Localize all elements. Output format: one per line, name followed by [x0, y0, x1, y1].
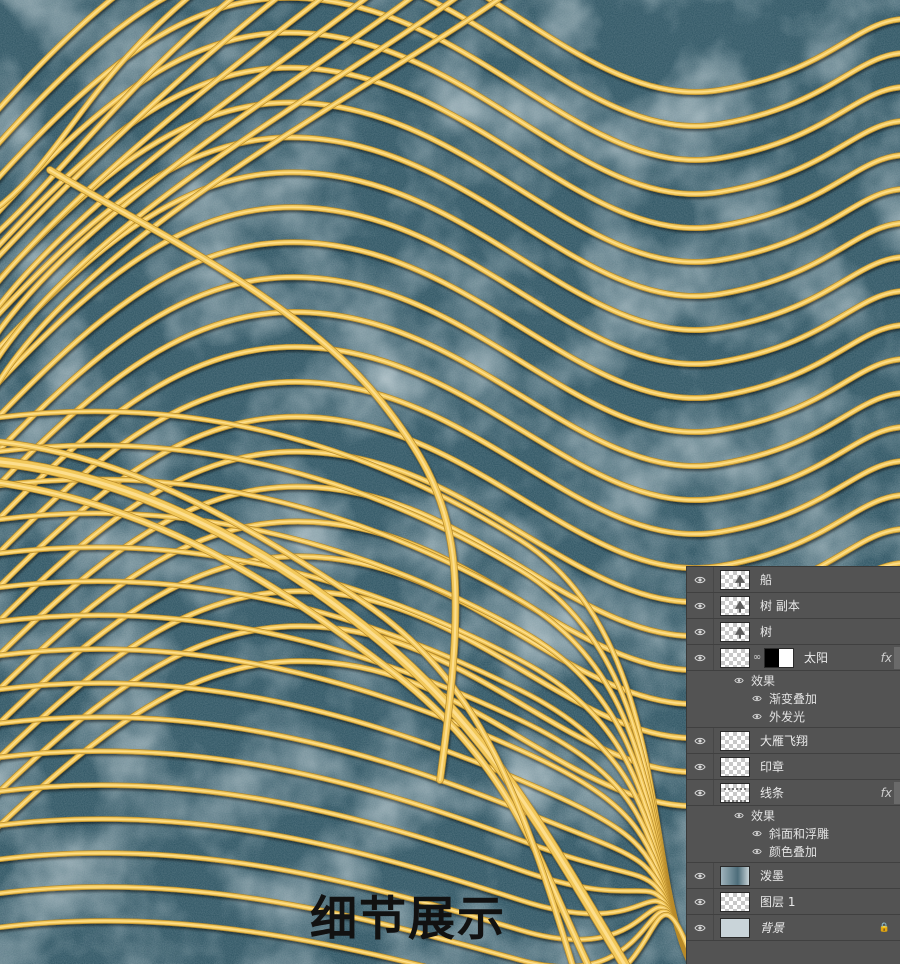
layer-row[interactable]: 泼墨 [687, 863, 900, 889]
eye-icon[interactable] [687, 754, 714, 779]
effects-header[interactable]: 效果 [687, 806, 900, 824]
effects-header[interactable]: 效果 [687, 671, 900, 689]
layer-row[interactable]: ∞ 太阳 fx [687, 645, 900, 671]
layer-row[interactable]: 树 [687, 619, 900, 645]
layer-name: 印章 [760, 760, 785, 774]
layer-thumbnail [720, 595, 750, 616]
layer-name: 船 [760, 573, 773, 587]
eye-icon[interactable] [751, 848, 763, 855]
layer-name: 线条 [760, 786, 785, 800]
effect-label: 颜色叠加 [769, 844, 818, 859]
layer-name: 背景 [760, 921, 785, 935]
layer-name: 太阳 [804, 651, 829, 665]
layer-mask-thumbnail [764, 647, 794, 668]
effect-item[interactable]: 外发光 [687, 707, 900, 725]
eye-icon[interactable] [687, 645, 714, 670]
layer-row[interactable]: 背景 🔒 [687, 915, 900, 941]
eye-icon[interactable] [687, 915, 714, 940]
layer-name: 树 副本 [760, 599, 800, 613]
layer-row[interactable]: 树 副本 [687, 593, 900, 619]
layer-thumbnail [720, 647, 750, 668]
eye-icon[interactable] [687, 619, 714, 644]
effect-label: 效果 [751, 808, 776, 823]
layer-name: 泼墨 [760, 869, 785, 883]
eye-icon[interactable] [687, 780, 714, 805]
effect-label: 效果 [751, 673, 776, 688]
layer-thumbnail [720, 917, 750, 938]
layer-thumbnail [720, 730, 750, 751]
layer-thumbnail [720, 569, 750, 590]
layer-row[interactable]: 印章 [687, 754, 900, 780]
eye-icon[interactable] [751, 713, 763, 720]
layer-effects-group: 效果斜面和浮雕颜色叠加 [687, 806, 900, 863]
layer-row[interactable]: 线条 fx [687, 780, 900, 806]
effects-toggle[interactable] [894, 647, 900, 669]
layer-name: 图层 1 [760, 895, 796, 909]
effects-toggle[interactable] [894, 782, 900, 804]
effect-label: 外发光 [769, 709, 806, 724]
eye-icon[interactable] [733, 677, 745, 684]
layers-panel[interactable]: 船树 副本树 ∞ 太阳 fx 效果 渐变叠加 外发光 大雁飞翔 印章 线条 fx 效果 斜面和浮雕 颜色叠… [686, 566, 900, 964]
effect-label: 渐变叠加 [769, 691, 818, 706]
eye-icon[interactable] [687, 889, 714, 914]
effect-item[interactable]: 颜色叠加 [687, 842, 900, 860]
layer-row[interactable]: 船 [687, 567, 900, 593]
layer-name: 树 [760, 625, 773, 639]
effect-item[interactable]: 渐变叠加 [687, 689, 900, 707]
eye-icon[interactable] [751, 695, 763, 702]
eye-icon[interactable] [733, 812, 745, 819]
eye-icon[interactable] [687, 728, 714, 753]
effect-label: 斜面和浮雕 [769, 826, 830, 841]
caption-detail-display: 细节展示 [310, 892, 506, 947]
layer-thumbnail [720, 782, 750, 803]
fx-icon[interactable]: fx [881, 786, 892, 800]
eye-icon[interactable] [687, 567, 714, 592]
layer-thumbnail [720, 865, 750, 886]
layer-row[interactable]: 大雁飞翔 [687, 728, 900, 754]
layer-row[interactable]: 图层 1 [687, 889, 900, 915]
layer-thumbnail [720, 621, 750, 642]
fx-icon[interactable]: fx [881, 651, 892, 665]
effect-item[interactable]: 斜面和浮雕 [687, 824, 900, 842]
eye-icon[interactable] [687, 593, 714, 618]
eye-icon[interactable] [751, 830, 763, 837]
lock-icon: 🔒 [878, 922, 890, 933]
layer-thumbnail [720, 891, 750, 912]
layer-thumbnail [720, 756, 750, 777]
eye-icon[interactable] [687, 863, 714, 888]
layer-name: 大雁飞翔 [760, 734, 809, 748]
layer-effects-group: 效果渐变叠加外发光 [687, 671, 900, 728]
chain-link-icon[interactable]: ∞ [752, 652, 762, 663]
